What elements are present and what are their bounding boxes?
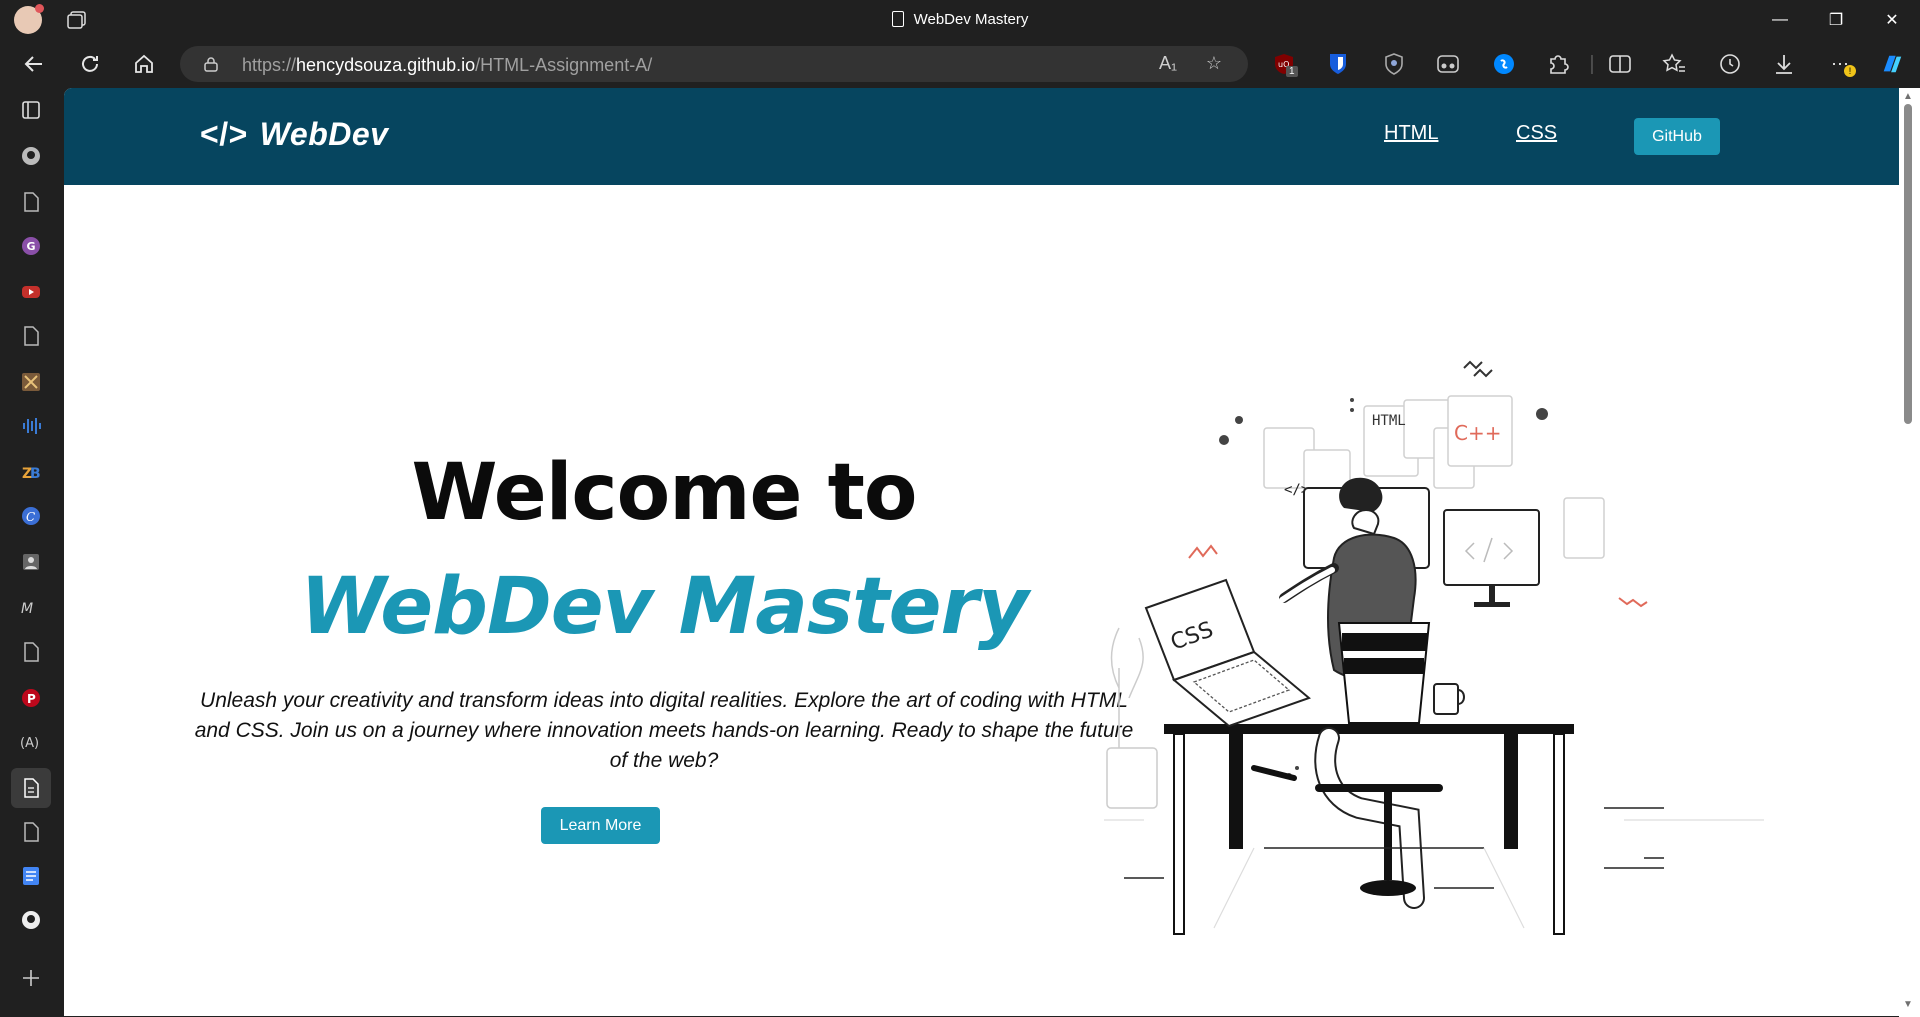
shield-extension-icon[interactable] — [1382, 52, 1406, 76]
tabs-icon[interactable] — [19, 98, 43, 122]
hero-heading-line1: Welcome to — [411, 448, 918, 538]
desk — [1164, 724, 1574, 935]
pinterest-icon[interactable]: P — [19, 686, 43, 710]
history-icon[interactable] — [1718, 52, 1742, 76]
window-title-text: WebDev Mastery — [913, 11, 1029, 28]
toolbar-divider: | — [1589, 52, 1595, 75]
github-icon[interactable] — [19, 144, 43, 168]
code-brackets-icon: </> — [200, 116, 248, 152]
game-icon[interactable] — [19, 370, 43, 394]
ublock-badge: 1 — [1286, 66, 1298, 77]
page-icon[interactable] — [19, 324, 43, 348]
url-host: hencydsouza.github.io — [296, 55, 476, 75]
coffee-mug — [1433, 683, 1465, 715]
svg-text:(A): (A) — [20, 736, 39, 751]
window-title: WebDev Mastery — [0, 11, 1920, 28]
nav-link-css[interactable]: CSS — [1516, 122, 1557, 145]
site-header: </> WebDev HTML CSS GitHub — [64, 88, 1899, 185]
audio-icon[interactable] — [19, 414, 43, 438]
page-icon[interactable] — [11, 768, 51, 808]
downloads-icon[interactable] — [1772, 52, 1796, 76]
url-path: /HTML-Assignment-A/ — [475, 55, 653, 75]
zotero-icon[interactable]: ZB — [19, 460, 43, 484]
title-bar: WebDev Mastery — ❐ ✕ — [0, 0, 1920, 40]
developer-illustration: HTML C++ </> CSS — [1104, 360, 1764, 935]
address-bar[interactable]: https://hencydsouza.github.io/HTML-Assig… — [180, 46, 1248, 82]
read-aloud-icon[interactable]: A₁ — [1156, 53, 1180, 77]
squiggle-dark — [1463, 360, 1493, 378]
home-button[interactable] — [128, 48, 160, 80]
svg-text:B: B — [30, 466, 41, 482]
logo-text: WebDev — [259, 116, 389, 152]
scroll-down-arrow[interactable]: ▼ — [1902, 1000, 1914, 1010]
svg-text:M: M — [21, 601, 33, 616]
browser-sidebar: G ZB C M P (A) — [0, 88, 62, 1017]
more-icon[interactable]: ⋯! — [1828, 52, 1856, 77]
nav-link-html[interactable]: HTML — [1384, 122, 1438, 145]
github-icon[interactable] — [19, 908, 43, 932]
youtube-icon[interactable] — [19, 280, 43, 304]
scroll-up-arrow[interactable]: ▲ — [1902, 92, 1914, 102]
grammarly-icon[interactable]: G — [19, 234, 43, 258]
url-text[interactable]: https://hencydsouza.github.io/HTML-Assig… — [242, 55, 652, 76]
floor-perspective — [1104, 819, 1764, 929]
hero-heading-line2: WebDev Mastery — [300, 562, 1029, 652]
reader-extension-icon[interactable] — [1436, 52, 1460, 76]
cpp-note-text: C++ — [1454, 421, 1501, 445]
svg-text:C: C — [26, 510, 35, 524]
page-icon[interactable] — [19, 640, 43, 664]
back-button[interactable] — [18, 48, 50, 80]
refresh-button[interactable] — [74, 48, 106, 80]
page-icon[interactable] — [19, 820, 43, 844]
minimize-button[interactable]: — — [1752, 0, 1808, 40]
favorites-icon[interactable] — [1662, 52, 1686, 76]
favorite-star-icon[interactable]: ☆ — [1202, 53, 1226, 77]
learn-more-button[interactable]: Learn More — [541, 807, 660, 844]
html-note-text: HTML — [1372, 413, 1406, 429]
refresh-icon — [82, 55, 98, 72]
canva-icon[interactable]: C — [19, 504, 43, 528]
medium-icon[interactable]: M — [19, 596, 43, 620]
page-icon[interactable] — [19, 190, 43, 214]
shazam-icon[interactable] — [1492, 52, 1516, 76]
github-button[interactable]: GitHub — [1634, 118, 1720, 155]
close-window-button[interactable]: ✕ — [1864, 0, 1920, 40]
plant — [1106, 627, 1158, 809]
ublock-icon[interactable]: uO 1 — [1272, 52, 1298, 77]
site-logo[interactable]: </> WebDev — [200, 116, 388, 153]
page-icon — [891, 11, 904, 27]
lock-icon[interactable] — [204, 56, 218, 72]
docs-icon[interactable] — [19, 864, 43, 888]
url-prefix: https:// — [242, 55, 297, 75]
bitwarden-icon[interactable] — [1326, 52, 1350, 76]
svg-text:P: P — [27, 692, 36, 706]
formula-icon[interactable]: (A) — [19, 730, 43, 754]
home-icon — [135, 54, 153, 73]
extensions-icon[interactable] — [1546, 52, 1570, 76]
toolbar: https://hencydsouza.github.io/HTML-Assig… — [0, 40, 1920, 88]
page-viewport: </> WebDev HTML CSS GitHub Welcome to Web… — [64, 88, 1899, 1016]
scrollbar-thumb[interactable] — [1904, 104, 1912, 424]
restore-button[interactable]: ❐ — [1808, 0, 1864, 40]
squiggle-red — [1618, 597, 1648, 608]
copilot-icon[interactable] — [1880, 52, 1904, 76]
contacts-icon[interactable] — [19, 550, 43, 574]
squiggle-red — [1188, 544, 1218, 559]
back-arrow-icon — [24, 56, 42, 72]
svg-text:G: G — [27, 240, 36, 253]
add-icon[interactable] — [19, 966, 43, 990]
split-screen-icon[interactable] — [1608, 52, 1632, 76]
monitor-right — [1443, 509, 1540, 607]
hero-description: Unleash your creativity and transform id… — [194, 689, 1134, 772]
